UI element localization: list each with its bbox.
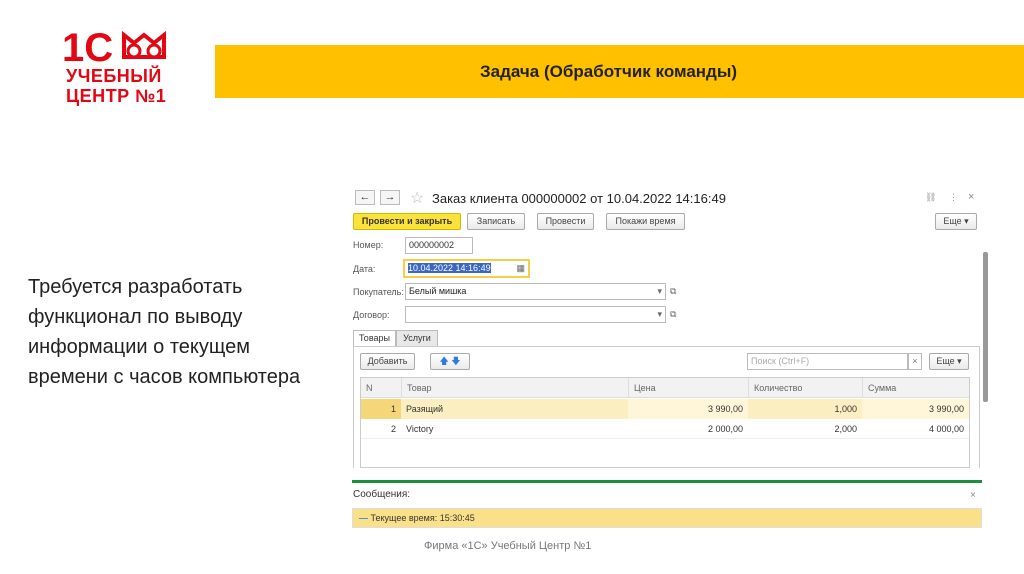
date-field[interactable]: 10.04.2022 14:16:49 ▦	[403, 259, 530, 278]
cell-product: Разящий	[406, 404, 444, 414]
cell-sum: 4 000,00	[928, 424, 964, 434]
goods-table: N Товар Цена Количество Сумма 1 Разящий …	[360, 377, 970, 468]
date-label: Дата:	[353, 264, 376, 274]
tab-services[interactable]: Услуги	[396, 330, 438, 347]
table-more-button[interactable]: Еще ▾	[929, 353, 969, 370]
chevron-down-icon[interactable]: ▾	[657, 307, 662, 322]
messages-close-icon[interactable]: ×	[970, 490, 976, 501]
cell-sum: 3 990,00	[862, 399, 969, 419]
date-value: 10.04.2022 14:16:49	[408, 263, 491, 273]
messages-title: Сообщения:	[353, 489, 411, 500]
arrow-down-icon[interactable]: 🡇	[451, 356, 460, 366]
number-label: Номер:	[353, 240, 384, 250]
star-icon[interactable]: ☆	[410, 188, 424, 208]
number-field[interactable]: 000000002	[405, 237, 473, 254]
save-button[interactable]: Записать	[467, 213, 525, 230]
collapse-icon[interactable]: —	[359, 513, 371, 523]
logo-line1: УЧЕБНЫЙ	[66, 66, 162, 86]
footer-text: Фирма «1С» Учебный Центр №1	[424, 540, 592, 552]
more-menu-icon[interactable]: ⋮	[949, 192, 958, 203]
window-title: Заказ клиента 000000002 от 10.04.2022 14…	[432, 191, 726, 206]
move-buttons[interactable]: 🡅 🡇	[430, 353, 470, 370]
table-row[interactable]: 2 Victory 2 000,00 2,000 4 000,00	[361, 419, 969, 439]
cell-price: 3 990,00	[628, 399, 748, 419]
cell-quantity: 2,000	[834, 424, 857, 434]
logo-1c: 1С	[62, 26, 166, 68]
cell-product: Victory	[406, 424, 434, 434]
scrollbar[interactable]	[983, 252, 988, 402]
slide-title: Задача (Обработчик команды)	[480, 62, 738, 81]
logo-text: УЧЕБНЫЙ ЦЕНТР №1	[66, 66, 166, 106]
search-input[interactable]: Поиск (Ctrl+F)	[747, 353, 908, 370]
more-button[interactable]: Еще ▾	[935, 213, 977, 230]
col-n[interactable]: N	[361, 378, 401, 398]
cell-n: 2	[390, 424, 396, 434]
cell-n: 1	[361, 399, 401, 419]
arrow-up-icon[interactable]: 🡅	[439, 356, 448, 366]
contract-field[interactable]: ▾	[405, 306, 666, 323]
chevron-down-icon[interactable]: ▾	[657, 284, 662, 299]
logo-line2: ЦЕНТР №1	[66, 86, 167, 106]
post-and-close-button[interactable]: Провести и закрыть	[353, 213, 461, 230]
clear-search-icon[interactable]: ×	[908, 353, 922, 370]
calendar-icon[interactable]: ▦	[516, 261, 525, 276]
close-icon[interactable]: ×	[968, 191, 974, 203]
buyer-field[interactable]: Белый мишка ▾	[405, 283, 666, 300]
col-quantity[interactable]: Количество	[748, 378, 862, 398]
cell-quantity: 1,000	[834, 404, 857, 414]
table-header: N Товар Цена Количество Сумма	[361, 378, 969, 398]
col-price[interactable]: Цена	[628, 378, 748, 398]
back-button[interactable]: ←	[355, 190, 375, 205]
message-text: Текущее время: 15:30:45	[370, 513, 475, 523]
post-button[interactable]: Провести	[537, 213, 594, 230]
tab-goods[interactable]: Товары	[353, 330, 396, 347]
cell-price: 2 000,00	[707, 424, 743, 434]
buyer-value: Белый мишка	[409, 286, 467, 296]
message-item[interactable]: — Текущее время: 15:30:45	[352, 508, 982, 528]
col-product[interactable]: Товар	[401, 378, 628, 398]
link-icon[interactable]: ⛓	[925, 192, 936, 203]
contract-label: Договор:	[353, 310, 390, 320]
table-row[interactable]: 1 Разящий 3 990,00 1,000 3 990,00	[361, 399, 969, 419]
svg-text:1С: 1С	[62, 26, 113, 68]
add-button[interactable]: Добавить	[360, 353, 415, 370]
task-description: Требуется разработать функционал по выво…	[28, 276, 301, 388]
buyer-label: Покупатель:	[353, 287, 404, 297]
col-sum[interactable]: Сумма	[862, 378, 969, 398]
open-icon[interactable]: ⧉	[670, 309, 676, 320]
messages-divider	[352, 480, 982, 483]
open-icon[interactable]: ⧉	[670, 286, 676, 297]
forward-button[interactable]: →	[380, 190, 400, 205]
show-time-button[interactable]: Покажи время	[606, 213, 685, 230]
